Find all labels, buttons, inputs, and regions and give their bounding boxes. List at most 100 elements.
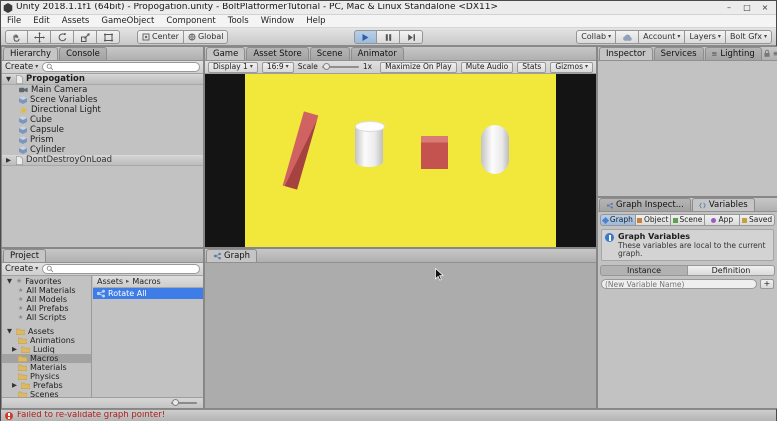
maximize-on-play-toggle[interactable]: Maximize On Play	[380, 62, 457, 73]
foldout-closed-icon[interactable]: ▶	[5, 157, 12, 164]
chevron-down-icon: ▾	[677, 34, 680, 40]
tab-game[interactable]: Game	[206, 47, 245, 60]
project-zoom-slider[interactable]	[171, 402, 197, 404]
folder-materials[interactable]: Materials	[2, 363, 91, 372]
breadcrumb-macros[interactable]: Macros	[132, 278, 160, 286]
hierarchy-item-scene-variables[interactable]: Scene Variables	[2, 95, 203, 105]
lock-icon[interactable]	[763, 49, 771, 58]
foldout-open-icon[interactable]: ▼	[6, 278, 13, 285]
graph-canvas[interactable]	[205, 263, 596, 408]
tab-services[interactable]: Services	[654, 47, 704, 60]
mute-audio-toggle[interactable]: Mute Audio	[461, 62, 513, 73]
folder-prefabs[interactable]: ▶ Prefabs	[2, 381, 91, 390]
hierarchy-item-directional-light[interactable]: Directional Light	[2, 105, 203, 115]
tab-graph[interactable]: Graph	[206, 249, 257, 262]
rect-tool-button[interactable]	[97, 30, 120, 44]
layout-dropdown[interactable]: Bolt Gfx ▾	[726, 30, 772, 44]
chevron-down-icon: ▾	[718, 34, 721, 40]
menu-gameobject[interactable]: GameObject	[95, 15, 160, 28]
hierarchy-item-prism[interactable]: Prism	[2, 135, 203, 145]
favorite-all-scripts[interactable]: ★ All Scripts	[2, 313, 91, 322]
scope-object[interactable]: Object	[636, 214, 671, 226]
hierarchy-search-input[interactable]	[56, 63, 196, 72]
scale-slider[interactable]	[322, 66, 359, 68]
favorites-header[interactable]: ▼ ★ Favorites	[2, 277, 91, 286]
tab-scene[interactable]: Scene	[310, 47, 350, 60]
menu-component[interactable]: Component	[160, 15, 221, 28]
menu-window[interactable]: Window	[255, 15, 301, 28]
foldout-closed-icon[interactable]: ▶	[11, 382, 18, 389]
pivot-toggle-button[interactable]: Center	[137, 30, 184, 44]
stats-toggle[interactable]: Stats	[517, 62, 546, 73]
tab-project[interactable]: Project	[3, 249, 46, 262]
hierarchy-item-cylinder[interactable]: Cylinder	[2, 145, 203, 155]
menu-assets[interactable]: Assets	[56, 15, 96, 28]
favorite-all-prefabs[interactable]: ★ All Prefabs	[2, 304, 91, 313]
assets-root[interactable]: ▼ Assets	[2, 327, 91, 336]
menu-file[interactable]: File	[1, 15, 27, 28]
tab-asset-store[interactable]: Asset Store	[246, 47, 308, 60]
slider-thumb[interactable]	[172, 399, 179, 406]
scene-header[interactable]: ▼ Propogation	[2, 74, 203, 85]
display-dropdown[interactable]: Display 1 ▾	[208, 62, 258, 73]
step-button[interactable]	[400, 30, 423, 44]
hand-tool-button[interactable]	[5, 30, 28, 44]
tab-lighting[interactable]: ≡ Lighting	[705, 47, 762, 60]
layers-dropdown[interactable]: Layers ▾	[685, 30, 726, 44]
scale-tool-button[interactable]	[74, 30, 97, 44]
menu-edit[interactable]: Edit	[27, 15, 55, 28]
collab-dropdown[interactable]: Collab ▾	[576, 30, 616, 44]
scope-graph[interactable]: Graph	[600, 214, 636, 226]
tab-inspector[interactable]: Inspector	[599, 47, 653, 60]
status-bar[interactable]: Failed to re-validate graph pointer!	[1, 409, 776, 421]
favorite-all-models[interactable]: ★ All Models	[2, 295, 91, 304]
folder-animations[interactable]: Animations	[2, 336, 91, 345]
project-create-button[interactable]: Create ▾	[5, 265, 38, 274]
hierarchy-item-main-camera[interactable]: Main Camera	[2, 85, 203, 95]
tab-graph-inspector[interactable]: Graph Inspect...	[599, 198, 691, 211]
space-toggle-button[interactable]: Global	[184, 30, 229, 44]
maximize-button[interactable]: □	[738, 2, 756, 14]
menu-help[interactable]: Help	[300, 15, 331, 28]
pause-button[interactable]	[377, 30, 400, 44]
scope-app[interactable]: App	[705, 214, 740, 226]
menu-tools[interactable]: Tools	[222, 15, 255, 28]
panel-menu-icon[interactable]: ≡	[773, 50, 777, 58]
add-variable-button[interactable]: +	[760, 279, 774, 289]
tab-animator[interactable]: Animator	[351, 47, 404, 60]
scope-scene[interactable]: Scene	[671, 214, 706, 226]
close-button[interactable]: ×	[756, 2, 774, 14]
aspect-dropdown[interactable]: 16:9 ▾	[262, 62, 294, 73]
folder-ludiq[interactable]: ▶ Ludiq	[2, 345, 91, 354]
project-search-input[interactable]	[56, 265, 196, 274]
instance-button[interactable]: Instance	[600, 265, 688, 276]
tab-hierarchy[interactable]: Hierarchy	[3, 47, 58, 60]
slider-thumb[interactable]	[323, 63, 330, 70]
folder-physics[interactable]: Physics	[2, 372, 91, 381]
foldout-closed-icon[interactable]: ▶	[11, 346, 18, 353]
folder-scenes[interactable]: Scenes	[2, 390, 91, 397]
hierarchy-create-button[interactable]: Create ▾	[5, 63, 38, 72]
breadcrumb-assets[interactable]: Assets	[97, 278, 123, 286]
definition-button[interactable]: Definition	[688, 265, 775, 276]
folder-macros[interactable]: Macros	[2, 354, 91, 363]
hierarchy-item-cube[interactable]: Cube	[2, 115, 203, 125]
account-dropdown[interactable]: Account ▾	[639, 30, 685, 44]
minimize-button[interactable]: –	[720, 2, 738, 14]
dontdestroyonload-header[interactable]: ▶ DontDestroyOnLoad	[2, 155, 203, 166]
favorite-all-materials[interactable]: ★ All Materials	[2, 286, 91, 295]
foldout-open-icon[interactable]: ▼	[6, 328, 13, 335]
scope-saved[interactable]: Saved	[740, 214, 775, 226]
gizmos-dropdown[interactable]: Gizmos ▾	[550, 62, 593, 73]
game-viewport[interactable]	[205, 74, 596, 247]
cloud-button[interactable]	[616, 30, 639, 44]
foldout-open-icon[interactable]: ▼	[5, 76, 12, 83]
move-tool-button[interactable]	[28, 30, 51, 44]
play-button[interactable]	[354, 30, 377, 44]
tab-console[interactable]: Console	[59, 47, 107, 60]
asset-item-rotate-all[interactable]: Rotate All	[93, 288, 203, 299]
new-variable-input[interactable]	[605, 280, 753, 289]
hierarchy-item-capsule[interactable]: Capsule	[2, 125, 203, 135]
rotate-tool-button[interactable]	[51, 30, 74, 44]
tab-variables[interactable]: Variables	[692, 198, 755, 211]
